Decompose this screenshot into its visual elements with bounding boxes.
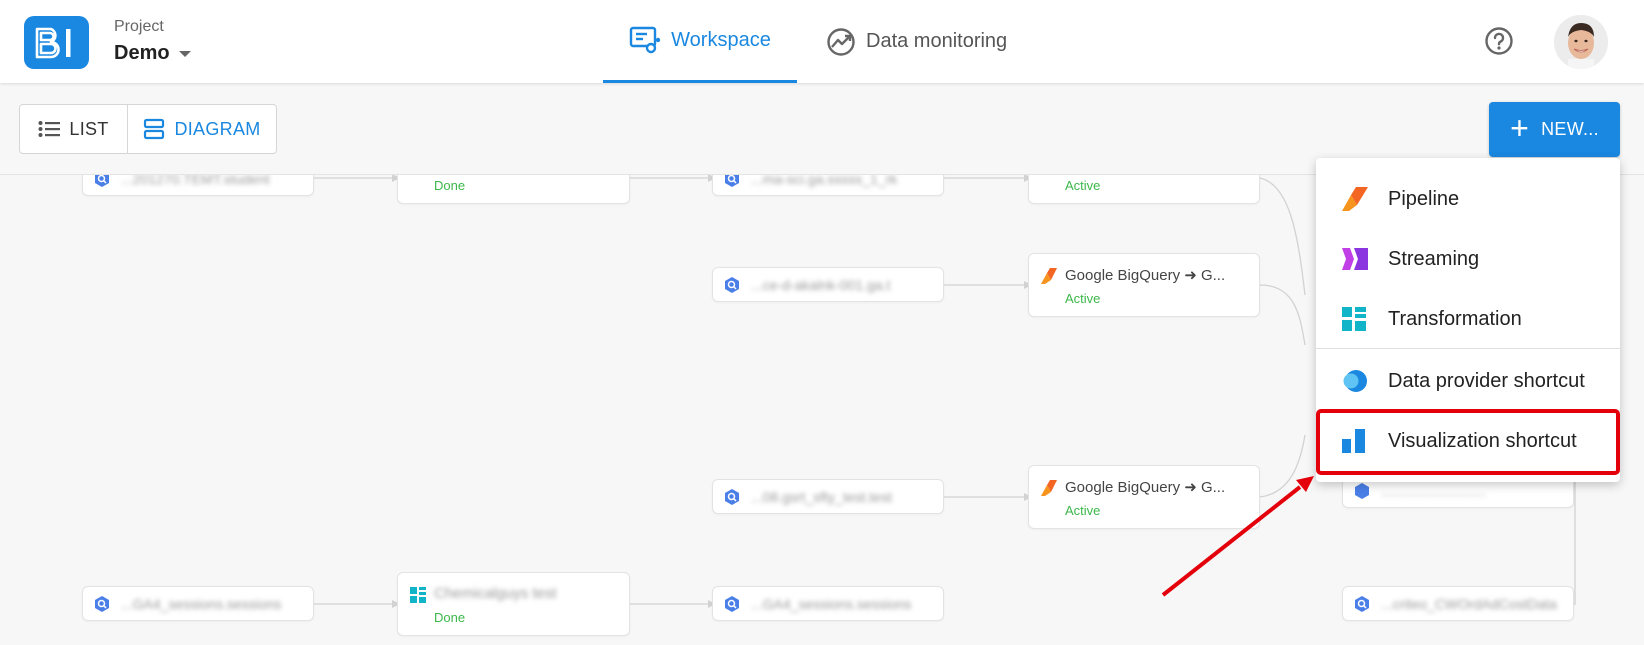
data-provider-icon (1342, 369, 1368, 393)
help-icon[interactable] (1485, 27, 1513, 55)
pipeline-icon (1041, 480, 1057, 496)
bigquery-icon (723, 276, 741, 294)
menu-item-label: Data provider shortcut (1388, 369, 1585, 392)
new-button-label: NEW... (1541, 119, 1599, 139)
source-node[interactable]: ...ce-d-akalnk-001.ga.t (712, 267, 944, 302)
tab-data-monitoring[interactable]: Data monitoring (826, 0, 1007, 83)
menu-item-label: Transformation (1388, 307, 1522, 330)
highlight-box (1316, 409, 1620, 475)
menu-item-streaming[interactable]: Streaming (1316, 230, 1620, 288)
job-node[interactable]: Done (397, 175, 630, 204)
workspace-icon (629, 26, 661, 54)
menu-item-label: Pipeline (1388, 187, 1460, 210)
tab-workspace-label: Workspace (671, 28, 771, 51)
source-node-label: ...criteo_CWOrdAdCostData (1381, 595, 1557, 612)
job-title: Google BigQuery ➜ G... (1065, 267, 1226, 284)
tab-data-monitoring-label: Data monitoring (866, 30, 1008, 52)
job-title: Chemicalguys test (434, 585, 557, 602)
project-label: Project (114, 18, 164, 35)
job-status: Active (1065, 503, 1101, 518)
streaming-icon (1342, 248, 1368, 270)
source-node-label: ...ma-sci.ga.sssss_1_rk (751, 175, 898, 187)
source-node[interactable]: ...201270.TEMT.student (82, 175, 314, 196)
diagram-icon (143, 118, 165, 140)
bigquery-icon (1353, 482, 1371, 500)
source-node[interactable]: ...ma-sci.ga.sssss_1_rk (712, 175, 944, 196)
menu-item-transformation[interactable]: Transformation (1316, 290, 1620, 348)
menu-item-data-provider-shortcut[interactable]: Data provider shortcut (1316, 352, 1620, 410)
transformation-icon (410, 587, 426, 603)
diagram-view-button[interactable]: DIAGRAM (128, 105, 276, 153)
source-node[interactable]: ...GA4_sessions.sessions (712, 586, 944, 621)
source-node[interactable]: ...08.gsrt_sfty_test.test (712, 479, 944, 514)
source-node-label: ........................... (1381, 482, 1487, 499)
project-name: Demo (114, 42, 170, 64)
monitoring-icon (826, 27, 856, 57)
job-node[interactable]: Active (1028, 175, 1260, 204)
menu-divider (1316, 348, 1620, 349)
source-node-label: ...GA4_sessions.sessions (121, 595, 282, 612)
bigquery-icon (93, 175, 111, 188)
caret-down-icon (178, 50, 191, 57)
source-node-label: ...201270.TEMT.student (121, 175, 270, 187)
job-title: Google BigQuery ➜ G... (1065, 479, 1226, 496)
job-node[interactable]: Google BigQuery ➜ G... Active (1028, 253, 1260, 317)
job-node[interactable]: Chemicalguys test Done (397, 572, 630, 636)
transformation-icon (1342, 307, 1366, 331)
new-button[interactable]: + NEW... (1489, 102, 1620, 157)
source-node-label: ...GA4_sessions.sessions (751, 595, 912, 612)
job-status: Active (1065, 291, 1101, 306)
source-node[interactable]: ...GA4_sessions.sessions (82, 586, 314, 621)
list-icon (38, 120, 61, 138)
list-view-button[interactable]: LIST (20, 105, 128, 153)
plus-icon: + (1510, 110, 1530, 146)
bigquery-icon (723, 488, 741, 506)
pipeline-icon (1342, 187, 1368, 211)
job-status: Done (434, 178, 466, 193)
source-node-label: ...08.gsrt_sfty_test.test (751, 488, 892, 505)
bigquery-icon (93, 595, 111, 613)
job-status: Active (1065, 178, 1101, 193)
app-logo[interactable] (24, 16, 89, 69)
logo-mark-icon (35, 27, 70, 58)
project-selector[interactable]: Demo (114, 42, 191, 65)
diagram-view-label: DIAGRAM (174, 118, 261, 139)
bigquery-icon (723, 175, 741, 188)
bigquery-icon (723, 595, 741, 613)
list-view-label: LIST (69, 118, 109, 139)
user-avatar[interactable] (1554, 15, 1608, 69)
job-node[interactable]: Google BigQuery ➜ G... Active (1028, 465, 1260, 529)
source-node-label: ...ce-d-akalnk-001.ga.t (751, 276, 891, 293)
source-node[interactable]: ...criteo_CWOrdAdCostData (1342, 586, 1574, 621)
pipeline-icon (1041, 268, 1057, 284)
app-header: Project Demo Workspace Data monitoring (0, 0, 1644, 83)
job-status: Done (434, 610, 466, 625)
menu-item-pipeline[interactable]: Pipeline (1316, 170, 1620, 228)
bigquery-icon (1353, 595, 1371, 613)
menu-item-label: Streaming (1388, 247, 1480, 270)
tab-workspace[interactable]: Workspace (603, 0, 797, 83)
view-toggle: LIST DIAGRAM (19, 104, 277, 154)
